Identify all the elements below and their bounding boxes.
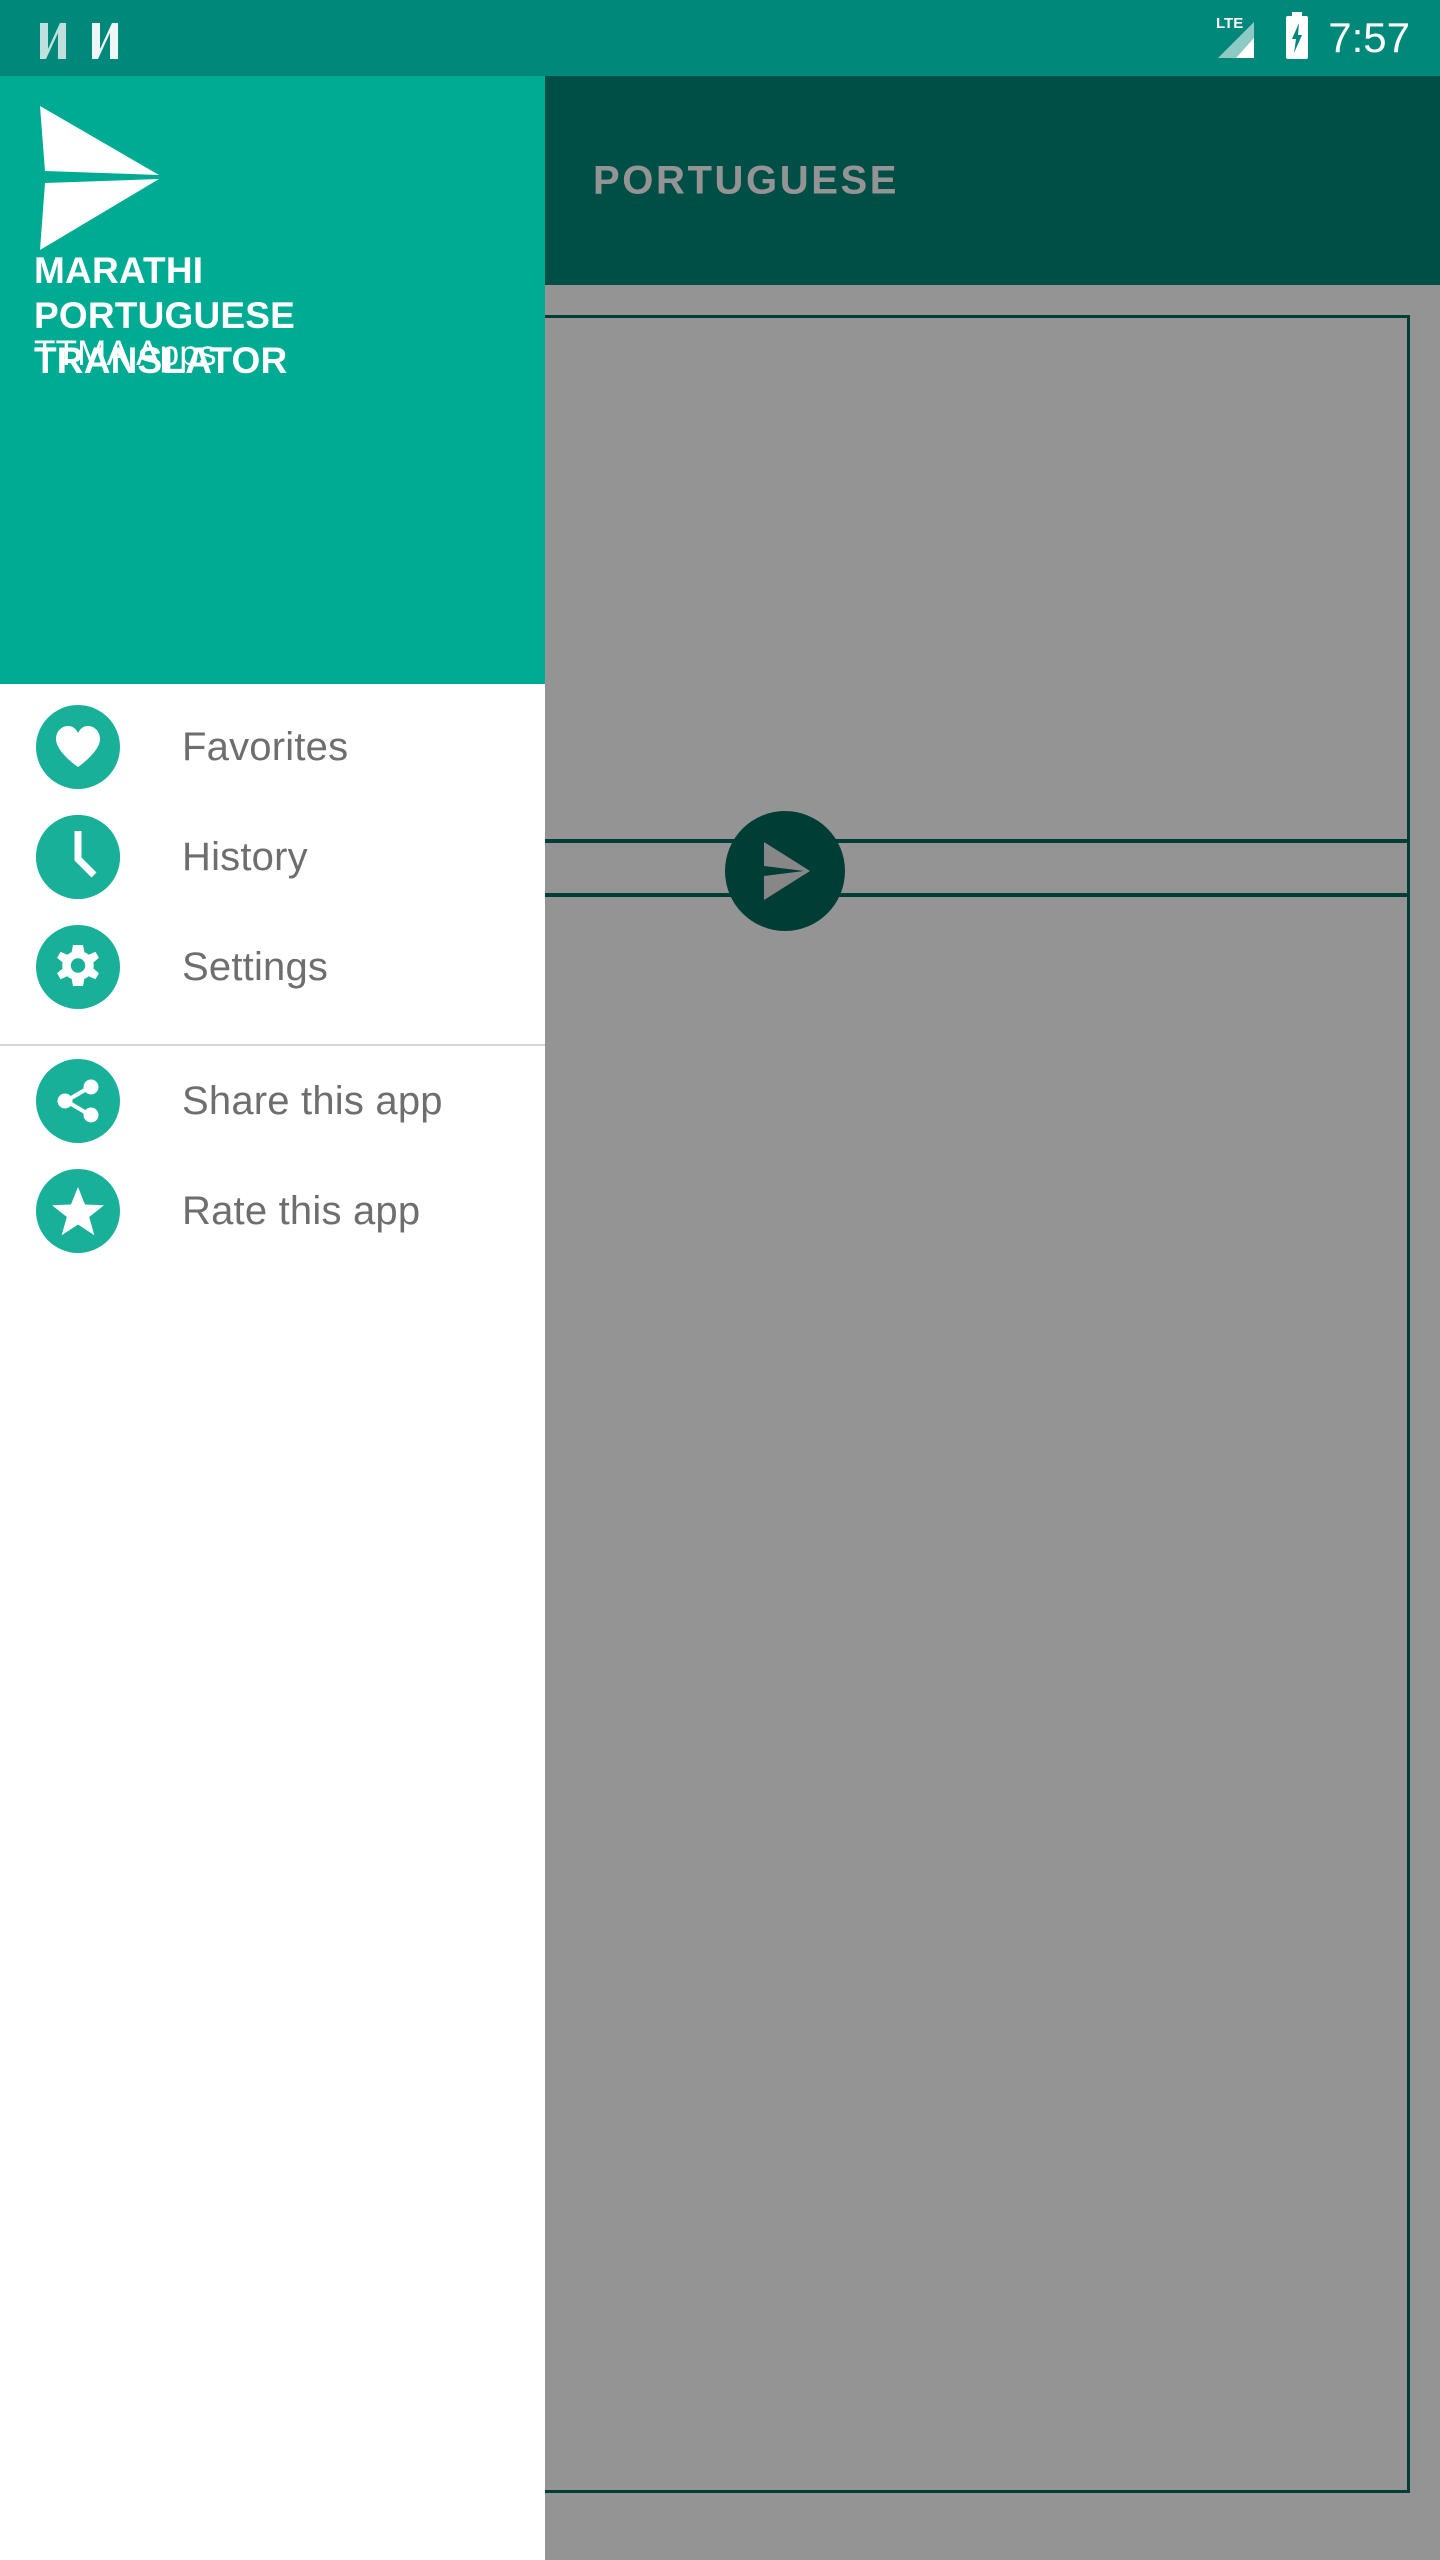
signal-bars-icon: LTE: [1214, 12, 1266, 65]
sidebar-item-label: Favorites: [182, 724, 349, 769]
star-icon: [36, 1169, 120, 1253]
drawer-menu-group-secondary: Share this app Rate this app: [0, 1046, 545, 1266]
sidebar-item-settings[interactable]: Settings: [0, 912, 545, 1022]
phone-screen: PORTUGUESE LTE 7:57 MARATHI PORTUGUESE T…: [0, 0, 1440, 2560]
sidebar-item-label: Share this app: [182, 1078, 443, 1123]
sidebar-item-history[interactable]: History: [0, 802, 545, 912]
drawer-menu-group-primary: Favorites History Settings: [0, 692, 545, 1022]
battery-charging-icon: [1282, 11, 1312, 66]
drawer-app-subtitle: TTMA Apps: [34, 334, 217, 373]
notification-n-icon: [86, 19, 124, 59]
svg-text:LTE: LTE: [1216, 15, 1243, 32]
status-right-cluster: LTE 7:57: [1214, 11, 1410, 66]
sidebar-item-label: Rate this app: [182, 1188, 421, 1233]
navigation-drawer: MARATHI PORTUGUESE TRANSLATOR TTMA Apps …: [0, 76, 545, 2560]
share-icon: [36, 1059, 120, 1143]
gear-icon: [36, 925, 120, 1009]
sidebar-item-share-this-app[interactable]: Share this app: [0, 1046, 545, 1156]
status-bar: LTE 7:57: [0, 0, 1440, 76]
sidebar-item-favorites[interactable]: Favorites: [0, 692, 545, 802]
drawer-menu: Favorites History Settings Share this ap…: [0, 684, 545, 1266]
sidebar-item-rate-this-app[interactable]: Rate this app: [0, 1156, 545, 1266]
status-notification-icons: [34, 19, 124, 59]
sidebar-item-label: History: [182, 834, 308, 879]
drawer-header: MARATHI PORTUGUESE TRANSLATOR TTMA Apps: [0, 76, 545, 684]
heart-icon: [36, 705, 120, 789]
notification-n-icon: [34, 19, 72, 59]
clock-icon: [36, 815, 120, 899]
status-clock: 7:57: [1328, 14, 1410, 61]
sidebar-item-label: Settings: [182, 944, 329, 989]
